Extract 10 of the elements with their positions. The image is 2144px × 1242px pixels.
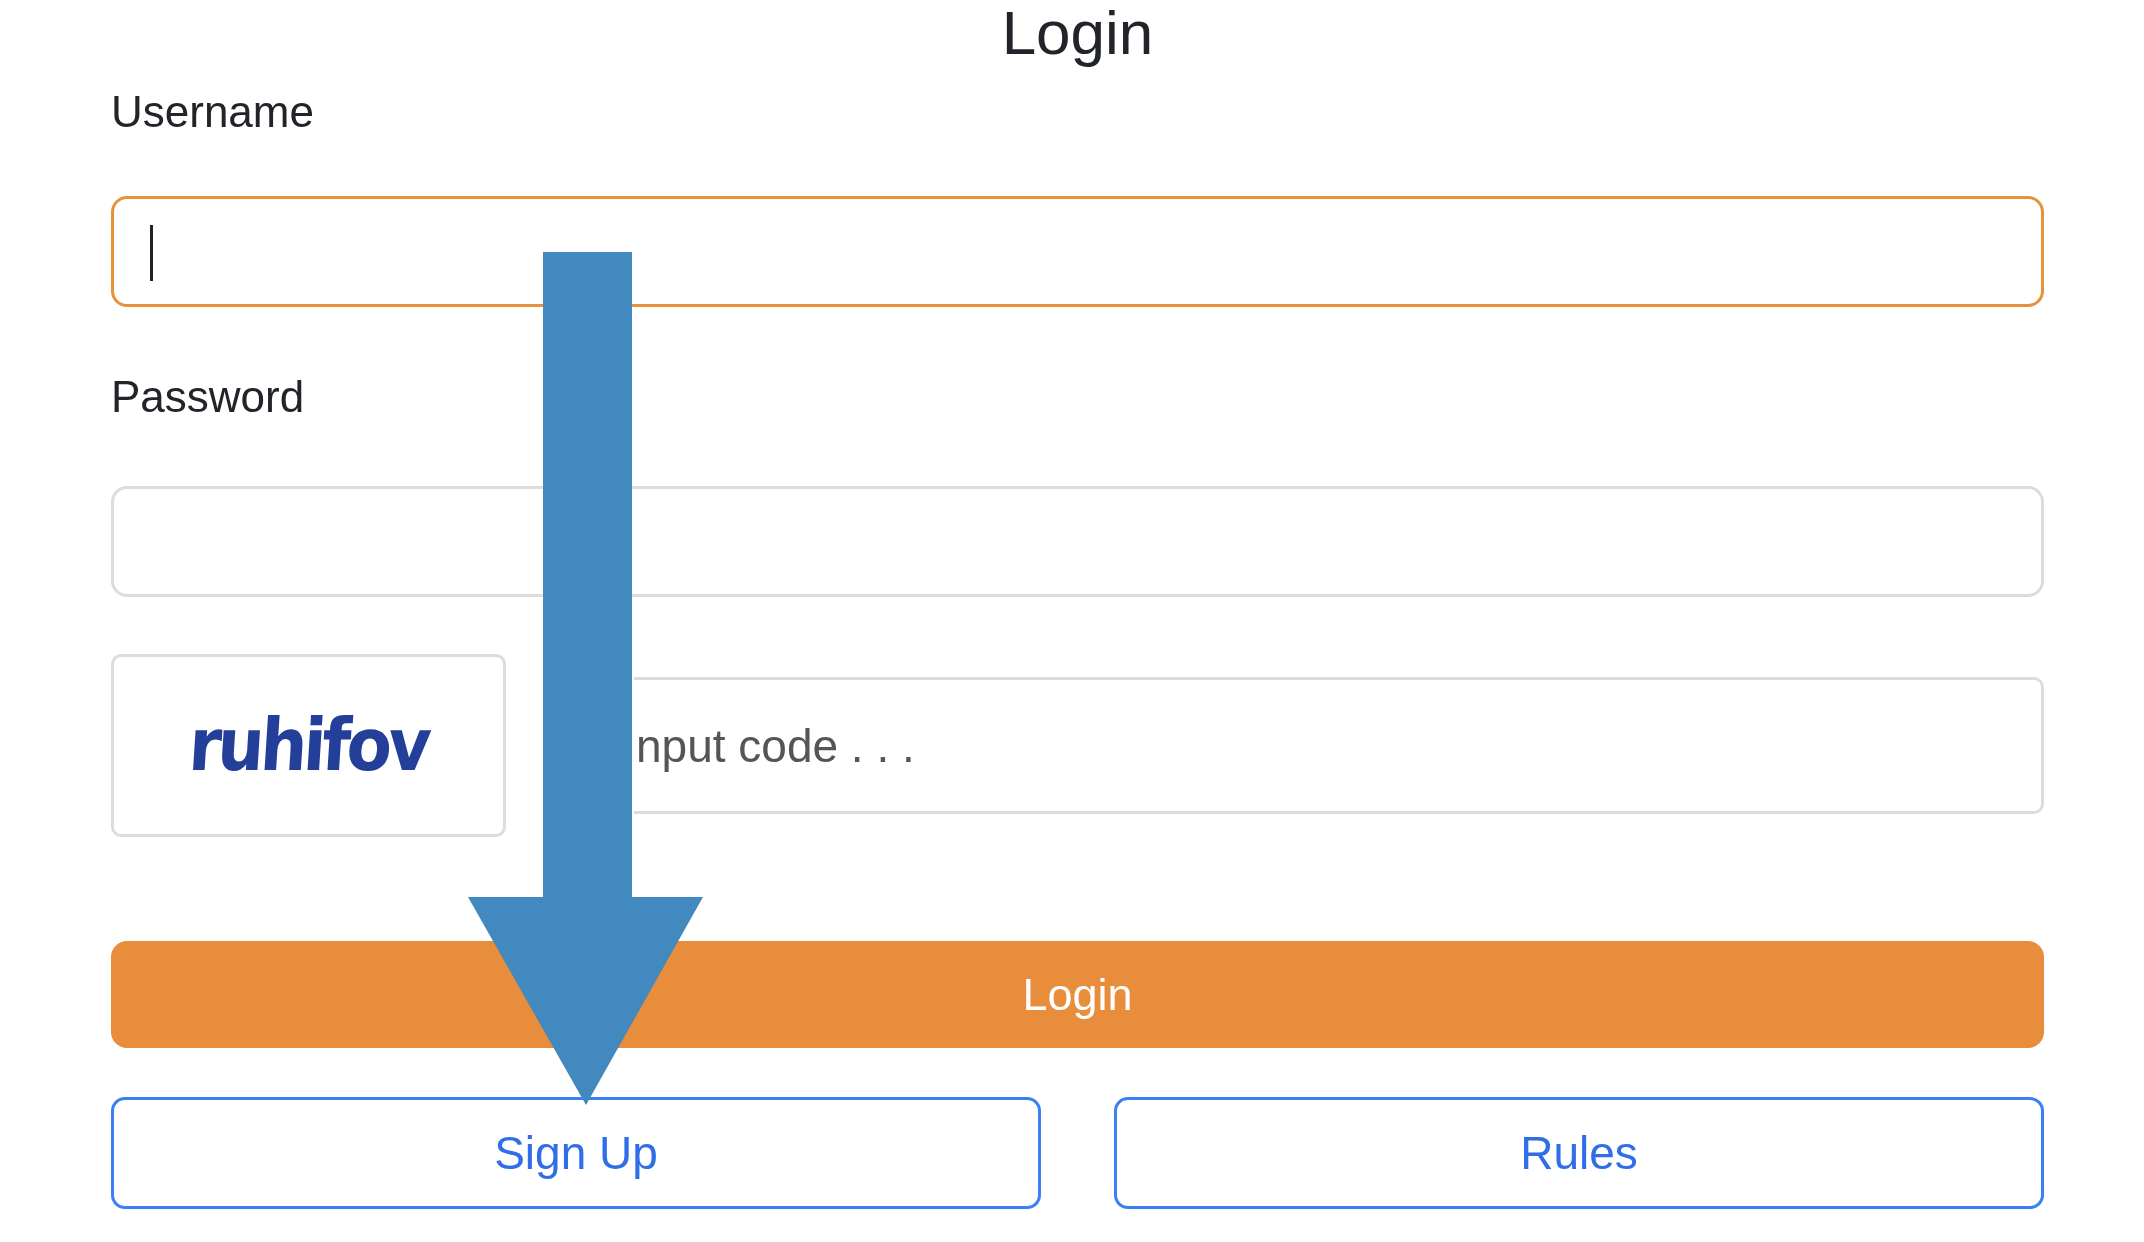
captcha-code: ruhifov xyxy=(185,702,432,790)
login-button[interactable]: Login xyxy=(111,941,2044,1048)
sign-up-button[interactable]: Sign Up xyxy=(111,1097,1041,1209)
text-cursor xyxy=(150,225,153,281)
code-field[interactable]: nput code . . . xyxy=(634,677,2044,814)
password-field[interactable] xyxy=(111,486,2044,597)
username-field[interactable] xyxy=(111,196,2044,307)
field-label: Username xyxy=(111,90,314,134)
field-label: Password xyxy=(111,375,305,419)
rules-button[interactable]: Rules xyxy=(1114,1097,2044,1209)
